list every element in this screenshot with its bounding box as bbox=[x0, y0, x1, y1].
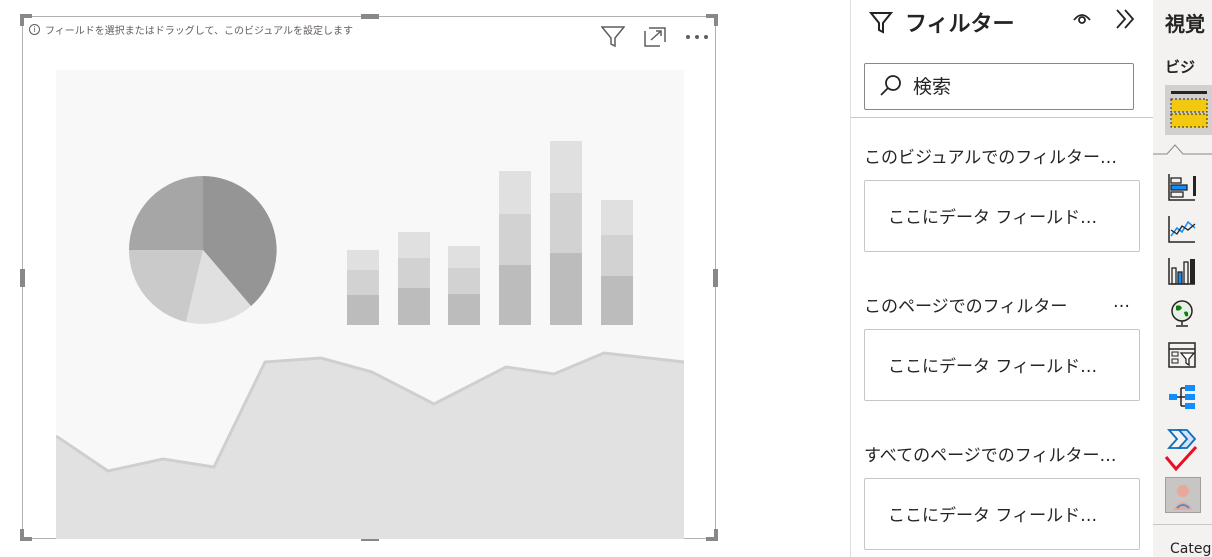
visual-container[interactable]: i フィールドを選択またはドラッグして、このビジュアルを設定します bbox=[20, 14, 718, 541]
stacked-bar-icon[interactable] bbox=[1167, 172, 1197, 202]
custom-visual-icon[interactable] bbox=[1165, 477, 1201, 513]
decomposition-tree-icon[interactable] bbox=[1167, 382, 1197, 412]
filters-search-input[interactable] bbox=[913, 75, 1113, 98]
filters-pane-header: フィルター bbox=[851, 0, 1154, 44]
category-field-label[interactable]: Categ bbox=[1170, 541, 1211, 557]
filters-pane: フィルター このビジュアルでのフィルター… ここにデータ フィールド… このペー… bbox=[850, 0, 1154, 557]
filters-search-box[interactable] bbox=[864, 63, 1134, 110]
resize-handle-bottom-left[interactable] bbox=[20, 529, 32, 541]
filter-icon[interactable] bbox=[601, 25, 625, 49]
filters-divider bbox=[851, 117, 1154, 118]
build-visual-label: ビジ bbox=[1165, 58, 1196, 76]
table-visual-icon bbox=[1170, 91, 1208, 128]
search-icon bbox=[879, 73, 903, 101]
info-icon: i bbox=[29, 24, 40, 35]
collapse-pane-icon[interactable] bbox=[1114, 8, 1136, 34]
filter-icon bbox=[868, 10, 894, 38]
visualizations-pane-title: 視覚 bbox=[1165, 12, 1205, 36]
visual-hint-text: フィールドを選択またはドラッグして、このビジュアルを設定します bbox=[45, 26, 353, 37]
page-filters-more-button[interactable]: … bbox=[1113, 292, 1131, 312]
filters-pane-title: フィルター bbox=[905, 12, 1015, 37]
visualizations-pane: 視覚 ビジ Categ bbox=[1153, 0, 1212, 557]
visual-filters-label[interactable]: このビジュアルでのフィルター… bbox=[864, 143, 1117, 168]
all-pages-filters-drop-well[interactable]: ここにデータ フィールド… bbox=[864, 478, 1140, 550]
gallery-separator bbox=[1153, 144, 1212, 155]
resize-handle-right[interactable] bbox=[713, 269, 718, 287]
visual-placeholder-illustration bbox=[56, 70, 684, 539]
visual-filters-drop-well[interactable]: ここにデータ フィールド… bbox=[864, 180, 1140, 252]
page-filters-drop-well[interactable]: ここにデータ フィールド… bbox=[864, 329, 1140, 401]
visual-hint: i フィールドを選択またはドラッグして、このビジュアルを設定します bbox=[29, 22, 353, 37]
eye-icon[interactable] bbox=[1072, 10, 1092, 30]
visual-header-toolbar bbox=[601, 25, 709, 49]
all-pages-filters-label[interactable]: すべてのページでのフィルター… bbox=[864, 441, 1116, 466]
globe-map-icon[interactable] bbox=[1167, 298, 1197, 328]
checkmark-annotation-icon bbox=[1164, 445, 1198, 477]
resize-handle-top[interactable] bbox=[361, 14, 379, 19]
resize-handle-bottom-right[interactable] bbox=[706, 529, 718, 541]
focus-mode-icon[interactable] bbox=[643, 25, 667, 49]
more-options-icon[interactable] bbox=[685, 25, 709, 49]
page-filters-label[interactable]: このページでのフィルター bbox=[864, 292, 1067, 317]
ribbon-chart-icon[interactable] bbox=[1167, 256, 1197, 286]
placeholder-pie bbox=[129, 176, 277, 324]
slicer-filter-icon[interactable] bbox=[1167, 340, 1197, 370]
viz-pane-divider bbox=[1153, 524, 1212, 525]
selected-visual-tile[interactable] bbox=[1165, 85, 1212, 135]
line-chart-icon[interactable] bbox=[1167, 214, 1197, 244]
resize-handle-left[interactable] bbox=[20, 269, 25, 287]
